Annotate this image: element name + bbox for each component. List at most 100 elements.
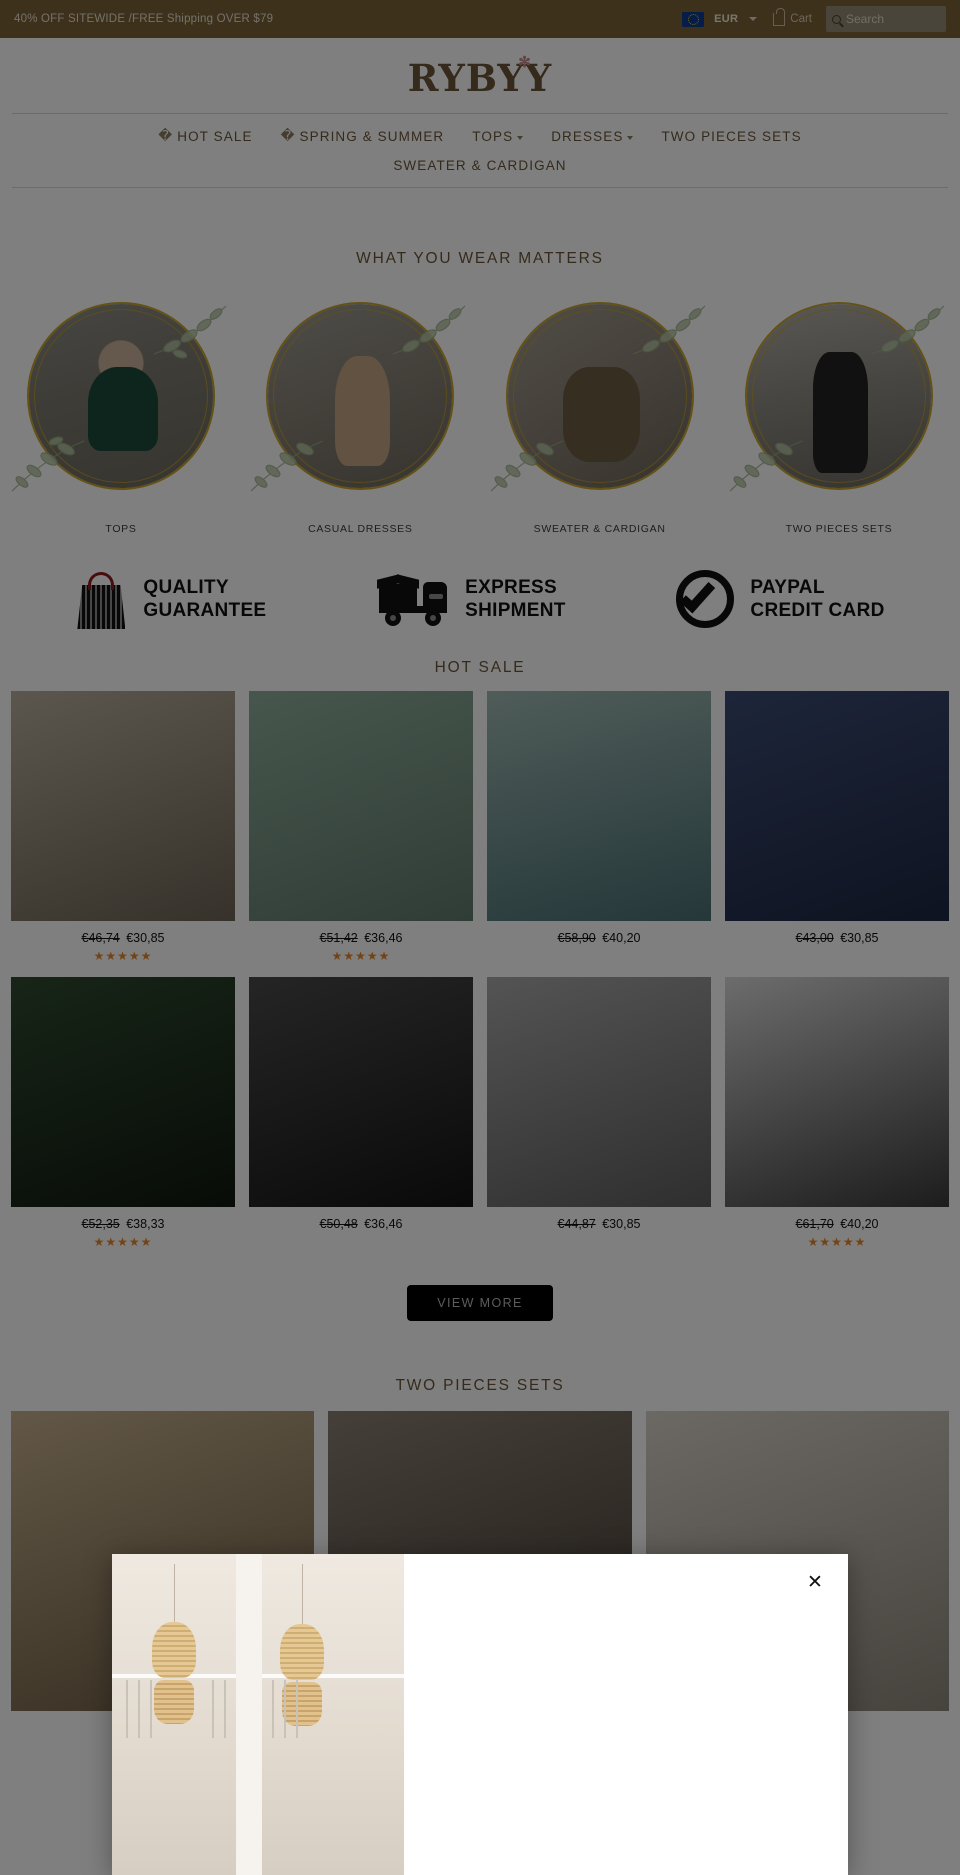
product-old-price: €43,00 [795,931,834,945]
check-circle-icon [676,570,735,628]
product-card[interactable]: €50,48 €36,46 [249,977,473,1249]
category-photo [507,304,692,488]
product-rating: ★★★★★ [93,949,153,963]
nav-item-sweater-cardigan[interactable]: SWEATER & CARDIGAN [393,158,566,173]
product-new-price: €30,85 [126,931,165,945]
product-price: €61,70 €40,20 [725,1217,949,1231]
product-rating [249,1235,473,1249]
product-old-price: €58,90 [557,931,596,945]
lamp-decoration-icon [280,1624,324,1680]
promo-text: 40% OFF SITEWIDE /FREE Shipping OVER $79 [14,13,274,25]
badge-line-2: SHIPMENT [465,600,566,621]
nav-row-primary: � HOT SALE � SPRING & SUMMER TOPS DRESSE… [0,114,960,156]
product-price: €50,48 €36,46 [249,1217,473,1231]
product-card[interactable]: €52,35 €38,33 ★★★★★ [11,977,235,1249]
categories-title: WHAT YOU WEAR MATTERS [356,250,604,267]
lamp-decoration-icon [154,1680,194,1724]
product-image[interactable] [11,691,235,921]
product-image[interactable] [249,977,473,1207]
product-image[interactable] [249,691,473,921]
category-ring [27,302,215,490]
category-art [2,294,240,509]
product-card[interactable]: €61,70 €40,20 ★★★★★ [725,977,949,1249]
category-label: SWEATER & CARDIGAN [533,523,666,535]
search-icon [832,14,841,24]
eu-flag-icon [682,11,705,27]
badge-line-1: EXPRESS [465,576,557,598]
category-ring [744,302,933,490]
nav-item-tops[interactable]: TOPS [472,128,524,144]
search-box[interactable] [826,6,946,32]
category-item-tops[interactable]: TOPS [2,294,240,535]
view-more-button[interactable]: VIEW MORE [407,1285,553,1321]
badge-text: PAYPAL CREDIT CARD [750,576,884,622]
chevron-down-icon[interactable] [749,17,758,21]
product-old-price: €46,74 [81,931,120,945]
cart-button[interactable]: Cart [773,7,812,26]
nav-prefix-icon: � [280,128,296,143]
hot-sale-title: HOT SALE [434,659,526,676]
categories-section: WHAT YOU WEAR MATTERS TOPS CASUAL DRESSE… [0,188,960,535]
main-navigation: � HOT SALE � SPRING & SUMMER TOPS DRESSE… [0,113,960,188]
product-card[interactable]: €44,87 €30,85 [487,977,711,1249]
product-price: €46,74 €30,85 [11,931,235,945]
hot-sale-section: HOT SALE €46,74 €30,85 ★★★★★ €51,42 €36,… [0,659,960,1321]
currency-label[interactable]: EUR [714,13,738,25]
badge-line-1: PAYPAL [750,576,825,598]
category-label: TWO PIECES SETS [785,523,893,535]
product-image[interactable] [725,691,949,921]
product-new-price: €40,20 [840,1217,879,1231]
flower-icon: ✻ [518,53,532,71]
product-rating [487,949,711,963]
product-image[interactable] [11,977,235,1207]
badge-line-2: CREDIT CARD [750,600,885,621]
category-item-sweater-cardigan[interactable]: SWEATER & CARDIGAN [481,294,719,535]
search-input[interactable] [846,12,940,26]
category-ring [266,302,455,490]
nav-prefix-icon: � [158,128,174,143]
product-image[interactable] [487,691,711,921]
modal-body: ✕ [404,1554,848,1875]
delivery-truck-icon [377,572,449,626]
nav-item-dresses[interactable]: DRESSES [551,129,634,144]
shopping-bag-icon [75,569,127,629]
nav-item-spring-summer[interactable]: � SPRING & SUMMER [281,128,445,144]
product-rating: ★★★★★ [331,949,391,963]
nav-item-hot-sale[interactable]: � HOT SALE [158,128,252,144]
logo[interactable]: RYBYY ✻ [408,55,552,97]
product-price: €43,00 €30,85 [725,931,949,945]
product-price: €51,42 €36,46 [249,931,473,945]
product-new-price: €38,33 [126,1217,165,1231]
product-new-price: €36,46 [364,1217,403,1231]
product-card[interactable]: €51,42 €36,46 ★★★★★ [249,691,473,963]
badge-line-2: GUARANTEE [143,600,267,621]
nav-label: TOPS [472,128,514,144]
badge-express-shipment: EXPRESS SHIPMENT [377,572,566,626]
nav-item-two-pieces-sets[interactable]: TWO PIECES SETS [661,129,801,144]
product-grid-row-1: €46,74 €30,85 ★★★★★ €51,42 €36,46 ★★★★★ … [0,691,960,963]
announcement-bar: 40% OFF SITEWIDE /FREE Shipping OVER $79… [0,0,960,38]
close-icon[interactable]: ✕ [804,1572,826,1594]
category-label: CASUAL DRESSES [308,523,413,535]
product-card[interactable]: €46,74 €30,85 ★★★★★ [11,691,235,963]
badge-paypal-credit-card: PAYPAL CREDIT CARD [676,570,884,628]
category-art [720,294,958,509]
product-image[interactable] [487,977,711,1207]
product-old-price: €50,48 [319,1217,358,1231]
badge-quality-guarantee: QUALITY GUARANTEE [75,569,266,629]
view-more-container: VIEW MORE [0,1285,960,1321]
category-ring [505,302,694,490]
category-item-casual-dresses[interactable]: CASUAL DRESSES [241,294,479,535]
cart-icon [773,7,786,26]
product-old-price: €51,42 [319,931,358,945]
category-item-two-pieces-sets[interactable]: TWO PIECES SETS [720,294,958,535]
product-card[interactable]: €58,90 €40,20 [487,691,711,963]
category-art [481,294,719,509]
promo-modal: ✕ [112,1554,848,1875]
site-header: RYBYY ✻ [0,38,960,113]
product-rating [487,1235,711,1249]
product-card[interactable]: €43,00 €30,85 [725,691,949,963]
product-rating: ★★★★★ [93,1235,153,1249]
product-image[interactable] [725,977,949,1207]
category-photo [268,304,453,488]
